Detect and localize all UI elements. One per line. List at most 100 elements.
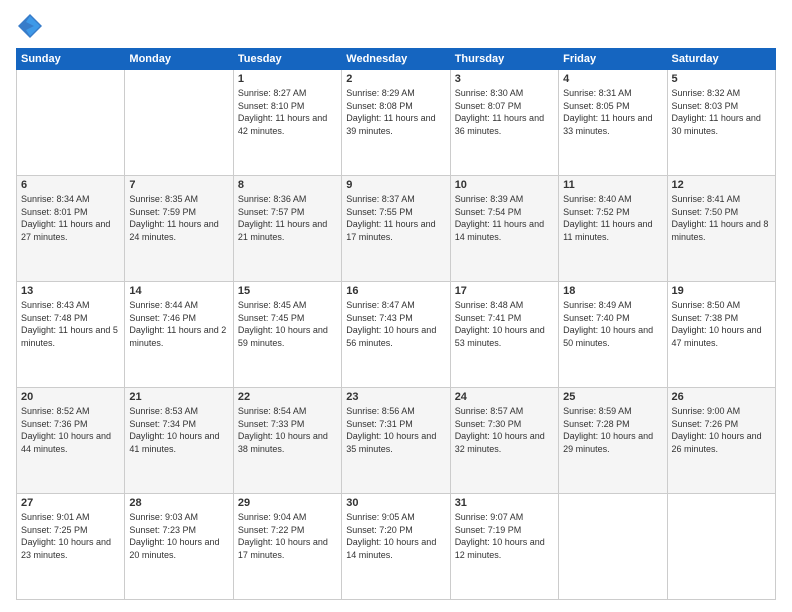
- calendar-cell: 12 Sunrise: 8:41 AM Sunset: 7:50 PM Dayli…: [667, 176, 775, 282]
- calendar-week-row: 27Sunrise: 9:01 AM Sunset: 7:25 PM Dayli…: [17, 494, 776, 600]
- day-number: 20: [21, 391, 120, 403]
- day-number: 18: [563, 285, 662, 297]
- weekday-header: Sunday: [17, 49, 125, 70]
- header: [16, 12, 776, 40]
- day-info: Sunrise: 8:41 AM Sunset: 7:50 PM Dayligh…: [672, 193, 771, 243]
- calendar-cell: 10 Sunrise: 8:39 AM Sunset: 7:54 PM Dayli…: [450, 176, 558, 282]
- day-number: 9: [346, 179, 445, 191]
- calendar-cell: 17 Sunrise: 8:48 AM Sunset: 7:41 PM Dayli…: [450, 282, 558, 388]
- calendar-week-row: 13 Sunrise: 8:43 AM Sunset: 7:48 PM Dayli…: [17, 282, 776, 388]
- day-number: 2: [346, 73, 445, 85]
- calendar-week-row: 1Sunrise: 8:27 AM Sunset: 8:10 PM Daylig…: [17, 70, 776, 176]
- day-number: 10: [455, 179, 554, 191]
- day-number: 26: [672, 391, 771, 403]
- day-number: 29: [238, 497, 337, 509]
- day-number: 14: [129, 285, 228, 297]
- calendar-cell: 24 Sunrise: 8:57 AM Sunset: 7:30 PM Dayli…: [450, 388, 558, 494]
- calendar-cell: 7 Sunrise: 8:35 AM Sunset: 7:59 PM Daylig…: [125, 176, 233, 282]
- day-info: Sunrise: 8:54 AM Sunset: 7:33 PM Dayligh…: [238, 405, 337, 455]
- weekday-header: Thursday: [450, 49, 558, 70]
- day-info: Sunrise: 8:32 AM Sunset: 8:03 PM Dayligh…: [672, 87, 771, 137]
- day-info: Sunrise: 8:29 AM Sunset: 8:08 PM Dayligh…: [346, 87, 445, 137]
- day-number: 4: [563, 73, 662, 85]
- weekday-header: Tuesday: [233, 49, 341, 70]
- day-info: Sunrise: 9:00 AM Sunset: 7:26 PM Dayligh…: [672, 405, 771, 455]
- day-info: Sunrise: 8:35 AM Sunset: 7:59 PM Dayligh…: [129, 193, 228, 243]
- weekday-header: Monday: [125, 49, 233, 70]
- day-info: Sunrise: 8:50 AM Sunset: 7:38 PM Dayligh…: [672, 299, 771, 349]
- day-info: Sunrise: 8:39 AM Sunset: 7:54 PM Dayligh…: [455, 193, 554, 243]
- day-info: Sunrise: 8:56 AM Sunset: 7:31 PM Dayligh…: [346, 405, 445, 455]
- day-number: 17: [455, 285, 554, 297]
- calendar-cell: 9 Sunrise: 8:37 AM Sunset: 7:55 PM Daylig…: [342, 176, 450, 282]
- calendar-cell: 20 Sunrise: 8:52 AM Sunset: 7:36 PM Dayli…: [17, 388, 125, 494]
- day-number: 30: [346, 497, 445, 509]
- calendar-cell: 16 Sunrise: 8:47 AM Sunset: 7:43 PM Dayli…: [342, 282, 450, 388]
- calendar-cell: 26 Sunrise: 9:00 AM Sunset: 7:26 PM Dayli…: [667, 388, 775, 494]
- day-info: Sunrise: 8:30 AM Sunset: 8:07 PM Dayligh…: [455, 87, 554, 137]
- day-number: 12: [672, 179, 771, 191]
- calendar-cell: 14 Sunrise: 8:44 AM Sunset: 7:46 PM Dayli…: [125, 282, 233, 388]
- calendar-cell: 19Sunrise: 8:50 AM Sunset: 7:38 PM Dayli…: [667, 282, 775, 388]
- day-number: 21: [129, 391, 228, 403]
- day-info: Sunrise: 8:53 AM Sunset: 7:34 PM Dayligh…: [129, 405, 228, 455]
- page: SundayMondayTuesdayWednesdayThursdayFrid…: [0, 0, 792, 612]
- calendar-week-row: 20 Sunrise: 8:52 AM Sunset: 7:36 PM Dayli…: [17, 388, 776, 494]
- day-number: 24: [455, 391, 554, 403]
- day-info: Sunrise: 8:40 AM Sunset: 7:52 PM Dayligh…: [563, 193, 662, 243]
- calendar-cell: 25 Sunrise: 8:59 AM Sunset: 7:28 PM Dayli…: [559, 388, 667, 494]
- calendar-cell: [125, 70, 233, 176]
- day-number: 16: [346, 285, 445, 297]
- calendar-cell: 18 Sunrise: 8:49 AM Sunset: 7:40 PM Dayli…: [559, 282, 667, 388]
- calendar-cell: 11 Sunrise: 8:40 AM Sunset: 7:52 PM Dayli…: [559, 176, 667, 282]
- calendar-cell: 23 Sunrise: 8:56 AM Sunset: 7:31 PM Dayli…: [342, 388, 450, 494]
- day-number: 1: [238, 73, 337, 85]
- calendar-cell: 2 Sunrise: 8:29 AM Sunset: 8:08 PM Daylig…: [342, 70, 450, 176]
- day-info: Sunrise: 8:43 AM Sunset: 7:48 PM Dayligh…: [21, 299, 120, 349]
- day-info: Sunrise: 8:52 AM Sunset: 7:36 PM Dayligh…: [21, 405, 120, 455]
- calendar-table: SundayMondayTuesdayWednesdayThursdayFrid…: [16, 48, 776, 600]
- day-info: Sunrise: 9:03 AM Sunset: 7:23 PM Dayligh…: [129, 511, 228, 561]
- day-info: Sunrise: 8:59 AM Sunset: 7:28 PM Dayligh…: [563, 405, 662, 455]
- calendar-cell: 4 Sunrise: 8:31 AM Sunset: 8:05 PM Daylig…: [559, 70, 667, 176]
- day-number: 23: [346, 391, 445, 403]
- logo: [16, 12, 48, 40]
- day-number: 11: [563, 179, 662, 191]
- calendar-cell: [17, 70, 125, 176]
- day-info: Sunrise: 8:57 AM Sunset: 7:30 PM Dayligh…: [455, 405, 554, 455]
- weekday-header: Friday: [559, 49, 667, 70]
- calendar-cell: [559, 494, 667, 600]
- calendar-cell: 15 Sunrise: 8:45 AM Sunset: 7:45 PM Dayli…: [233, 282, 341, 388]
- calendar-cell: 5Sunrise: 8:32 AM Sunset: 8:03 PM Daylig…: [667, 70, 775, 176]
- day-number: 6: [21, 179, 120, 191]
- calendar-cell: 6 Sunrise: 8:34 AM Sunset: 8:01 PM Daylig…: [17, 176, 125, 282]
- day-number: 8: [238, 179, 337, 191]
- day-number: 28: [129, 497, 228, 509]
- calendar-cell: 22Sunrise: 8:54 AM Sunset: 7:33 PM Dayli…: [233, 388, 341, 494]
- day-info: Sunrise: 9:05 AM Sunset: 7:20 PM Dayligh…: [346, 511, 445, 561]
- day-number: 7: [129, 179, 228, 191]
- day-info: Sunrise: 8:31 AM Sunset: 8:05 PM Dayligh…: [563, 87, 662, 137]
- weekday-header: Saturday: [667, 49, 775, 70]
- day-info: Sunrise: 8:45 AM Sunset: 7:45 PM Dayligh…: [238, 299, 337, 349]
- calendar-cell: 30 Sunrise: 9:05 AM Sunset: 7:20 PM Dayli…: [342, 494, 450, 600]
- day-number: 31: [455, 497, 554, 509]
- calendar-cell: 8 Sunrise: 8:36 AM Sunset: 7:57 PM Daylig…: [233, 176, 341, 282]
- day-info: Sunrise: 8:47 AM Sunset: 7:43 PM Dayligh…: [346, 299, 445, 349]
- day-info: Sunrise: 8:37 AM Sunset: 7:55 PM Dayligh…: [346, 193, 445, 243]
- day-info: Sunrise: 8:34 AM Sunset: 8:01 PM Dayligh…: [21, 193, 120, 243]
- day-number: 13: [21, 285, 120, 297]
- day-info: Sunrise: 8:48 AM Sunset: 7:41 PM Dayligh…: [455, 299, 554, 349]
- calendar-week-row: 6 Sunrise: 8:34 AM Sunset: 8:01 PM Daylig…: [17, 176, 776, 282]
- day-number: 15: [238, 285, 337, 297]
- day-number: 3: [455, 73, 554, 85]
- calendar-cell: 1Sunrise: 8:27 AM Sunset: 8:10 PM Daylig…: [233, 70, 341, 176]
- day-number: 25: [563, 391, 662, 403]
- logo-icon: [16, 12, 44, 40]
- day-info: Sunrise: 9:01 AM Sunset: 7:25 PM Dayligh…: [21, 511, 120, 561]
- day-info: Sunrise: 8:44 AM Sunset: 7:46 PM Dayligh…: [129, 299, 228, 349]
- calendar-cell: [667, 494, 775, 600]
- calendar-cell: 31Sunrise: 9:07 AM Sunset: 7:19 PM Dayli…: [450, 494, 558, 600]
- day-info: Sunrise: 8:36 AM Sunset: 7:57 PM Dayligh…: [238, 193, 337, 243]
- day-info: Sunrise: 8:49 AM Sunset: 7:40 PM Dayligh…: [563, 299, 662, 349]
